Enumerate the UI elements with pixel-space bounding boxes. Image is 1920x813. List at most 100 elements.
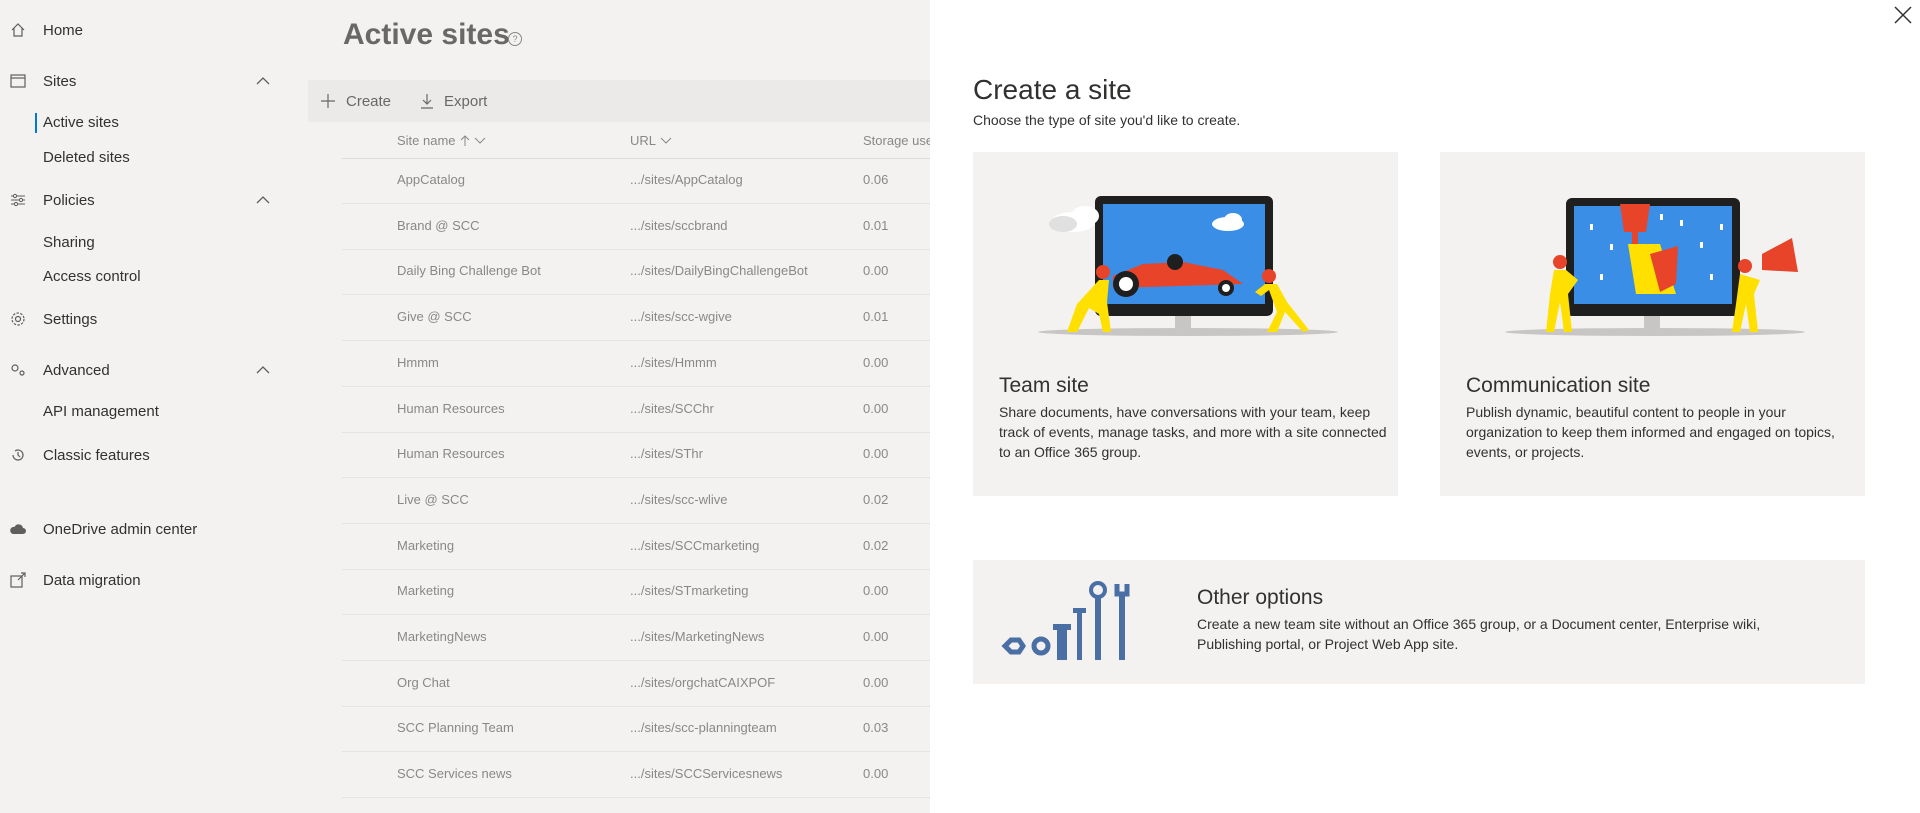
nav-policies[interactable]: Policies — [0, 182, 290, 218]
site-name-cell[interactable]: SCC Services news — [397, 766, 512, 781]
table-row[interactable]: Give @ SCC .../sites/scc-wgive 0.01 — [342, 295, 942, 342]
site-name-cell[interactable]: Marketing — [397, 583, 454, 598]
page-title: Active sites — [343, 18, 510, 51]
left-navigation: Home Sites Active sites Deleted sites Po… — [0, 0, 290, 813]
chevron-up-icon[interactable] — [255, 362, 271, 378]
communication-site-illustration — [1505, 198, 1805, 336]
chevron-up-icon[interactable] — [255, 192, 271, 208]
panel-subtitle: Choose the type of site you'd like to cr… — [973, 112, 1241, 128]
storage-cell: 0.03 — [863, 720, 889, 736]
table-row[interactable]: Brand @ SCC .../sites/sccbrand 0.01 — [342, 204, 942, 250]
storage-cell: 0.00 — [863, 400, 889, 416]
other-options-description: Create a new team site without an Office… — [1197, 616, 1761, 652]
table-row[interactable]: AppCatalog .../sites/AppCatalog 0.06 — [342, 158, 942, 204]
storage-cell: 0.00 — [863, 263, 889, 279]
nav-advanced[interactable]: Advanced — [0, 352, 290, 388]
close-icon[interactable] — [1892, 4, 1914, 26]
nav-api-management[interactable]: API management — [43, 400, 159, 424]
nav-sites[interactable]: Sites — [0, 63, 290, 99]
nav-classic-features[interactable]: Classic features — [0, 437, 290, 473]
url-cell: .../sites/SCCmarketing — [630, 537, 760, 553]
storage-cell: 0.01 — [863, 217, 889, 233]
sort-ascending-icon — [460, 134, 469, 146]
create-label: Create — [346, 92, 392, 110]
nav-classic-features-label: Classic features — [43, 446, 150, 464]
other-options-title: Other options — [1197, 586, 1324, 609]
site-name-cell[interactable]: AppCatalog — [397, 172, 465, 187]
site-name-cell[interactable]: SCC Planning Team — [397, 720, 514, 735]
storage-cell: 0.00 — [863, 354, 889, 370]
sites-icon — [9, 72, 27, 90]
site-name-cell[interactable]: Human Resources — [397, 446, 505, 461]
help-icon[interactable]: ? — [508, 32, 522, 46]
column-url[interactable]: URL — [630, 133, 672, 148]
policies-icon — [9, 191, 27, 209]
table-row[interactable]: Live @ SCC .../sites/scc-wlive 0.02 — [342, 478, 942, 524]
table-row[interactable]: MarketingNews .../sites/MarketingNews 0.00 — [342, 615, 942, 661]
team-site-illustration — [1038, 196, 1338, 336]
url-cell: .../sites/Hmmm — [630, 354, 717, 370]
storage-cell: 0.00 — [863, 674, 889, 690]
url-cell: .../sites/scc-wgive — [630, 309, 732, 325]
storage-cell: 0.06 — [863, 172, 889, 187]
url-cell: .../sites/DailyBingChallengeBot — [630, 263, 808, 279]
table-row[interactable]: Daily Bing Challenge Bot .../sites/DailyB… — [342, 249, 942, 296]
url-cell: .../sites/MarketingNews — [630, 629, 765, 644]
table-row[interactable]: Org Chat .../sites/orgchatCAIXPOF 0.00 — [342, 661, 942, 707]
site-name-cell[interactable]: Brand @ SCC — [397, 218, 480, 233]
nav-data-migration-label: Data migration — [43, 571, 141, 589]
column-site-name[interactable]: Site name — [397, 133, 486, 148]
site-name-cell[interactable]: Marketing — [397, 538, 454, 553]
tools-icon — [1001, 581, 1130, 660]
panel-title: Create a site — [973, 74, 1132, 105]
export-button[interactable]: Export — [420, 80, 487, 122]
column-storage-label: Storage use — [863, 133, 934, 148]
nav-active-sites[interactable]: Active sites — [35, 111, 119, 135]
nav-deleted-sites[interactable]: Deleted sites — [43, 146, 130, 170]
other-options-card[interactable]: Other options Create a new team site wit… — [973, 560, 1865, 684]
site-name-cell[interactable]: Daily Bing Challenge Bot — [397, 263, 541, 278]
table-row[interactable]: Hmmm .../sites/Hmmm 0.00 — [342, 341, 942, 387]
storage-cell: 0.00 — [863, 766, 889, 782]
plus-icon — [321, 94, 335, 108]
create-button[interactable]: Create — [320, 80, 391, 122]
table-row[interactable]: Marketing .../sites/STmarketing 0.00 — [342, 569, 942, 616]
site-name-cell[interactable]: Org Chat — [397, 675, 450, 690]
nav-home[interactable]: Home — [0, 12, 290, 48]
nav-access-control[interactable]: Access control — [43, 265, 141, 289]
site-name-cell[interactable]: Give @ SCC — [397, 309, 472, 324]
url-cell: .../sites/SThr — [630, 446, 703, 462]
site-name-cell[interactable]: Hmmm — [397, 355, 439, 370]
storage-cell: 0.01 — [863, 309, 889, 325]
team-site-card[interactable]: Team site Share documents, have conversa… — [973, 152, 1398, 496]
download-icon — [421, 94, 433, 109]
storage-cell: 0.02 — [863, 491, 889, 507]
advanced-icon — [9, 361, 27, 379]
site-name-cell[interactable]: MarketingNews — [397, 629, 487, 644]
export-label: Export — [444, 92, 488, 110]
column-storage[interactable]: Storage use — [863, 133, 933, 148]
nav-settings[interactable]: Settings — [0, 301, 290, 337]
table-row[interactable]: Marketing .../sites/SCCmarketing 0.02 — [342, 524, 942, 570]
table-header: Site name URL Storage use — [342, 124, 942, 159]
nav-onedrive-admin-center[interactable]: OneDrive admin center — [0, 511, 290, 547]
home-icon — [9, 21, 27, 39]
site-name-cell[interactable]: Human Resources — [397, 401, 505, 416]
url-cell: .../sites/AppCatalog — [630, 172, 743, 187]
nav-settings-label: Settings — [43, 310, 98, 328]
table-row[interactable]: SCC Planning Team .../sites/scc-planningt… — [342, 706, 942, 753]
url-cell: .../sites/orgchatCAIXPOF — [630, 674, 776, 690]
nav-sharing[interactable]: Sharing — [43, 231, 95, 255]
table-row[interactable]: Human Resources .../sites/SThr 0.00 — [342, 432, 942, 479]
chevron-up-icon[interactable] — [255, 73, 271, 89]
url-cell: .../sites/scc-wlive — [630, 491, 728, 507]
table-row[interactable]: Human Resources .../sites/SCChr 0.00 — [342, 387, 942, 433]
communication-site-card[interactable]: Communication site Publish dynamic, beau… — [1440, 152, 1865, 496]
nav-advanced-label: Advanced — [43, 361, 110, 379]
nav-data-migration[interactable]: Data migration — [0, 562, 290, 598]
table-row[interactable]: SCC Services news .../sites/SCCServicesne… — [342, 752, 942, 799]
main-content: Active sites ? Create Export Site name U… — [290, 0, 948, 813]
site-name-cell[interactable]: Live @ SCC — [397, 492, 469, 507]
history-icon — [9, 446, 27, 464]
command-bar: Create Export — [308, 80, 948, 122]
